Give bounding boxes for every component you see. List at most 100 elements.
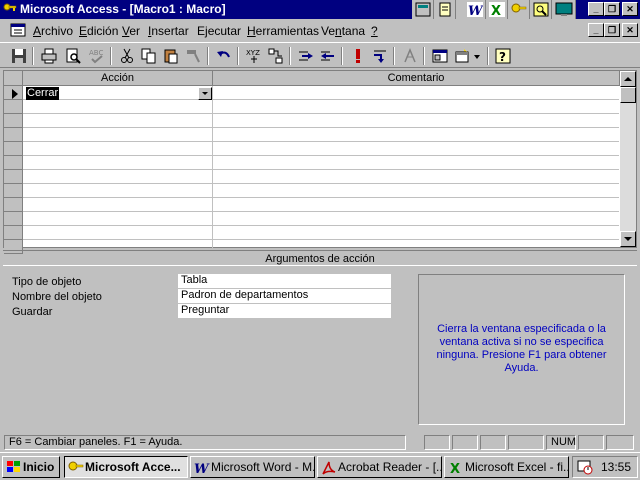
accion-cell-value: Cerrar <box>26 87 60 100</box>
doc-restore-button[interactable]: ❐ <box>604 23 620 37</box>
doc-minimize-button[interactable]: _ <box>588 23 604 37</box>
row-selector[interactable] <box>4 198 23 212</box>
binder-icon[interactable] <box>530 0 552 19</box>
scheduler-icon[interactable] <box>577 459 593 475</box>
cut-button[interactable] <box>116 46 138 66</box>
toolbar-separator <box>487 47 489 65</box>
spelling-button[interactable]: ABC <box>86 46 108 66</box>
undo-button[interactable] <box>213 46 235 66</box>
menu-edicion[interactable]: Edición <box>79 24 118 38</box>
grid-row-line <box>23 225 619 226</box>
task-excel[interactable]: X Microsoft Excel - fi... <box>444 456 569 478</box>
row-selector[interactable] <box>4 156 23 170</box>
office-shortcut-icon[interactable] <box>552 0 576 19</box>
excel-icon[interactable]: X <box>486 0 508 19</box>
single-step-button[interactable] <box>369 46 391 66</box>
save-button[interactable] <box>8 46 30 66</box>
svg-text:W: W <box>468 4 483 17</box>
print-preview-icon <box>66 48 81 64</box>
start-button[interactable]: Inicio <box>2 456 60 478</box>
print-button[interactable] <box>38 46 60 66</box>
taskbar: Inicio Microsoft Acce... W Microsoft Wor… <box>0 452 640 480</box>
database-window-icon <box>432 49 448 63</box>
task-acrobat[interactable]: Acrobat Reader - [... <box>317 456 442 478</box>
menu-ejecutar[interactable]: Ejecutar <box>197 24 241 38</box>
menu-help[interactable]: ? <box>371 24 378 38</box>
delete-row-button[interactable] <box>317 46 339 66</box>
grid-row-line <box>23 183 619 184</box>
conditions-button[interactable] <box>265 46 287 66</box>
menu-insertar[interactable]: Insertar <box>148 24 189 38</box>
toolbar-separator <box>32 47 34 65</box>
row-selector[interactable] <box>4 212 23 226</box>
help-button[interactable]: ? <box>492 46 514 66</box>
macro-names-button[interactable]: XYZ <box>243 46 265 66</box>
build-icon <box>404 48 416 63</box>
status-panel <box>606 435 634 450</box>
word-icon[interactable]: W <box>464 0 486 19</box>
access-icon[interactable] <box>508 0 530 19</box>
scroll-up-button[interactable] <box>620 71 636 87</box>
task-access[interactable]: Microsoft Acce... <box>64 456 188 478</box>
copy-button[interactable] <box>138 46 160 66</box>
row-selector[interactable] <box>4 184 23 198</box>
insert-row-button[interactable] <box>295 46 317 66</box>
restore-button[interactable]: ❐ <box>604 2 620 16</box>
arrow-down-icon <box>624 237 632 241</box>
menu-archivo[interactable]: Archivo <box>33 24 73 38</box>
row-selector[interactable] <box>4 114 23 128</box>
row-selector[interactable] <box>4 100 23 114</box>
grid-row-line <box>23 141 619 142</box>
office-bar-left-icon[interactable] <box>412 0 434 19</box>
help-text: Cierra la ventana especificada o la vent… <box>436 323 607 374</box>
new-object-button[interactable] <box>451 46 483 66</box>
arg-value-tipo[interactable]: Tabla <box>178 274 391 288</box>
menu-herramientas[interactable]: Herramientas <box>247 24 319 38</box>
title-bar[interactable]: Microsoft Access - [Macro1 : Macro] W X … <box>0 0 640 19</box>
status-panel <box>480 435 506 450</box>
arg-label-nombre: Nombre del objeto <box>12 291 102 303</box>
row-selector[interactable] <box>4 170 23 184</box>
paste-button[interactable] <box>160 46 182 66</box>
print-preview-button[interactable] <box>62 46 84 66</box>
column-divider <box>212 86 213 248</box>
column-header-accion[interactable]: Acción <box>23 71 213 86</box>
macro-names-icon: XYZ <box>246 49 260 63</box>
row-selector[interactable] <box>4 226 23 240</box>
row-selector[interactable] <box>4 142 23 156</box>
menu-ver[interactable]: Ver <box>122 24 140 38</box>
grid-row-line <box>23 239 619 240</box>
menu-ventana[interactable]: Ventana <box>321 24 365 38</box>
row-selector[interactable] <box>4 128 23 142</box>
doc-close-button[interactable]: ✕ <box>622 23 638 37</box>
arg-value-nombre[interactable]: Padron de departamentos <box>178 289 391 303</box>
grid-corner[interactable] <box>4 71 23 86</box>
scroll-thumb[interactable] <box>620 87 636 103</box>
task-word[interactable]: W Microsoft Word - M... <box>190 456 315 478</box>
scroll-down-button[interactable] <box>620 231 636 247</box>
toolbar-separator <box>341 47 343 65</box>
save-icon <box>12 49 26 63</box>
document-control-icon[interactable] <box>10 23 26 37</box>
arg-value-guardar[interactable]: Preguntar <box>178 304 391 318</box>
minimize-button[interactable]: _ <box>588 2 604 16</box>
office-document-icon[interactable] <box>434 0 456 19</box>
start-label: Inicio <box>23 460 55 474</box>
task-label: Microsoft Word - M... <box>211 460 315 474</box>
close-button[interactable]: ✕ <box>622 2 638 16</box>
accion-dropdown-button[interactable] <box>198 87 212 100</box>
vertical-scrollbar[interactable] <box>620 71 636 247</box>
grid-row-line <box>23 127 619 128</box>
arrow-up-icon <box>624 77 632 81</box>
format-painter-button[interactable] <box>183 46 205 66</box>
column-header-comentario[interactable]: Comentario <box>213 71 620 86</box>
build-button[interactable] <box>399 46 421 66</box>
brush-icon <box>187 50 200 63</box>
run-button[interactable] <box>347 46 369 66</box>
clock[interactable]: 13:55 <box>601 460 631 474</box>
access-key-icon[interactable] <box>3 2 17 16</box>
database-window-button[interactable] <box>429 46 451 66</box>
status-num: NUM <box>546 435 576 450</box>
status-bar: F6 = Cambiar paneles. F1 = Ayuda. NUM <box>0 433 640 451</box>
accion-cell[interactable]: Cerrar <box>24 87 212 101</box>
